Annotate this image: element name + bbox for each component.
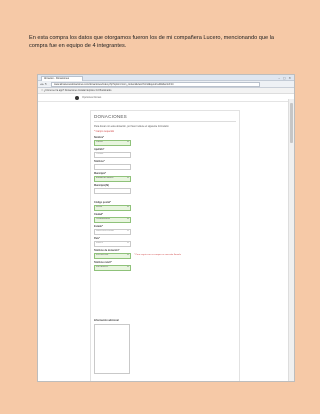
- phone-hint: * Para seguir con su compra se necesita …: [134, 254, 181, 256]
- field-label: Teléfono de donación*: [94, 249, 120, 252]
- page-scrollbar[interactable]: [288, 99, 294, 381]
- form-title: DONACIONES: [94, 114, 127, 119]
- field-label: Código postal*: [94, 201, 111, 204]
- name-field[interactable]: Lucero: [94, 140, 131, 146]
- phone-field[interactable]: [94, 164, 131, 170]
- address-bar-row: ◂ ▸ ↻ www.almacenesdonaciones.com/donaci…: [38, 81, 294, 88]
- scrollbar-thumb[interactable]: [290, 103, 293, 143]
- field-label: Información adicional: [94, 319, 119, 322]
- donation-form: DONACIONES Para donar con esta donación,…: [90, 110, 240, 381]
- divider: [94, 121, 236, 122]
- field-label: Teléfono*: [94, 160, 105, 163]
- field-label: País*: [94, 237, 100, 240]
- donation-phone-field[interactable]: 5512347856: [94, 253, 131, 259]
- url-field[interactable]: www.almacenesdonaciones.com/donaciones/i…: [51, 82, 260, 88]
- form-intro: Para donar con esta donación, por favor …: [94, 125, 169, 128]
- mobile-phone-field[interactable]: 5567894512: [94, 265, 131, 271]
- site-navbar: Opciones Donac.: [38, 94, 294, 102]
- field-label: Municipio*: [94, 172, 107, 175]
- field-label: Municipio(Si): [94, 184, 110, 187]
- municipality-extra-field[interactable]: [94, 188, 131, 194]
- field-label: Teléfono móvil*: [94, 261, 112, 264]
- city-select[interactable]: Chimalhuacán: [94, 217, 131, 223]
- field-label: Ciudad*: [94, 213, 104, 216]
- state-select[interactable]: Selecciona estado: [94, 229, 131, 235]
- postal-code-field[interactable]: 56335: [94, 205, 131, 211]
- additional-info-textarea[interactable]: [94, 324, 130, 374]
- surname-field[interactable]: Castillo: [94, 152, 131, 158]
- window-controls[interactable]: – ▢ ✕: [278, 76, 292, 80]
- site-logo-icon[interactable]: [75, 95, 79, 100]
- field-label: Apellido*: [94, 148, 105, 151]
- caption-text: En esta compra los datos que otorgamos f…: [29, 35, 275, 49]
- municipality-select[interactable]: Estado de México: [94, 176, 131, 182]
- field-label: Estado*: [94, 225, 103, 228]
- field-label: Nombre*: [94, 136, 104, 139]
- country-select[interactable]: México: [94, 241, 131, 247]
- nav-arrows-icon[interactable]: ◂ ▸ ↻: [40, 82, 47, 86]
- required-note: * Campo requerido: [94, 130, 115, 133]
- site-nav-label[interactable]: Opciones Donac.: [82, 95, 102, 100]
- browser-screenshot: Almacén - Donaciones – ▢ ✕ ◂ ▸ ↻ www.alm…: [37, 74, 295, 382]
